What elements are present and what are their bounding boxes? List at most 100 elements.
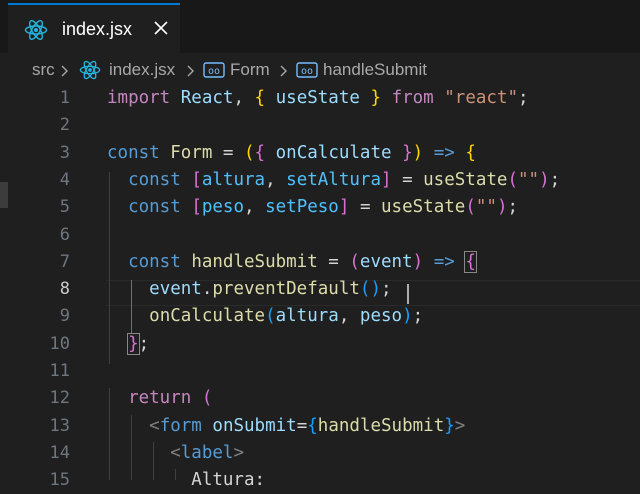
- code-token: }: [370, 88, 382, 108]
- code-line[interactable]: 15 Altura:: [0, 467, 640, 494]
- code-token: label: [180, 442, 234, 463]
- code-token: ]: [380, 169, 392, 190]
- code-text: const Form = ({ onCalculate }) => {: [107, 140, 476, 167]
- code-token: onCalculate: [149, 306, 266, 327]
- breadcrumb-component[interactable]: Form: [230, 60, 270, 80]
- code-token: peso: [359, 306, 403, 327]
- close-icon[interactable]: [150, 17, 172, 39]
- code-text: const [altura, setAltura] = useState("")…: [107, 167, 560, 194]
- code-token: (): [359, 279, 381, 300]
- code-line[interactable]: 14 <label>: [0, 440, 640, 467]
- code-line[interactable]: 13 <form onSubmit={handleSubmit}>: [0, 413, 640, 440]
- code-line[interactable]: 6: [0, 222, 640, 249]
- code-token: [: [191, 169, 202, 190]
- code-token: }: [127, 332, 140, 355]
- code-token: {: [464, 250, 477, 273]
- code-token: Altura:: [107, 470, 266, 491]
- code-line[interactable]: 3 const Form = ({ onCalculate }) => {: [0, 140, 640, 167]
- code-token: onSubmit: [212, 415, 297, 436]
- code-text: <label>: [107, 440, 244, 467]
- code-token: ,: [338, 306, 360, 327]
- code-line[interactable]: 10 };: [0, 331, 640, 358]
- tab-index-jsx[interactable]: index.jsx: [8, 3, 180, 53]
- code-token: handleSubmit: [191, 251, 318, 272]
- code-line[interactable]: 2: [0, 112, 640, 139]
- code-token: React: [180, 88, 234, 108]
- code-token: =: [296, 415, 308, 436]
- code-text: <form onSubmit={handleSubmit}>: [107, 413, 465, 440]
- code-line[interactable]: 7 const handleSubmit = (event) => {: [0, 249, 640, 276]
- code-line[interactable]: 5 const [peso, setPeso] = useState("");: [0, 194, 640, 221]
- code-token: "": [517, 169, 540, 190]
- line-number: 1: [59, 88, 70, 108]
- code-token: "": [475, 197, 497, 218]
- code-token: {: [254, 142, 266, 163]
- code-line[interactable]: 12 return (: [0, 385, 640, 412]
- code-token: ;: [380, 279, 392, 300]
- tab-label: index.jsx: [62, 19, 133, 39]
- breadcrumb-src[interactable]: src: [32, 60, 55, 80]
- code-token: event: [359, 251, 413, 272]
- code-token: setAltura: [286, 169, 381, 190]
- breadcrumb-symbol[interactable]: handleSubmit: [323, 60, 427, 80]
- code-token: }: [444, 415, 455, 436]
- code-token: ,: [265, 169, 287, 190]
- code-token: ;: [138, 333, 150, 354]
- code-token: return: [128, 388, 192, 409]
- code-text: const handleSubmit = (event) => {: [107, 249, 477, 276]
- code-token: event: [149, 279, 202, 300]
- chevron-right-icon: [187, 65, 194, 77]
- code-line[interactable]: 4 const [altura, setAltura] = useState("…: [0, 167, 640, 194]
- code-text: onCalculate(altura, peso);: [107, 303, 423, 330]
- code-line[interactable]: 9 onCalculate(altura, peso);: [0, 303, 640, 330]
- line-number: 13: [49, 415, 70, 436]
- tab-bar: index.jsx: [0, 0, 640, 53]
- variable-icon: oo: [203, 62, 225, 78]
- code-token: =>: [433, 142, 455, 163]
- code-token: [: [191, 197, 202, 218]
- code-text: import React, { useState } from "react";: [107, 85, 529, 112]
- line-number: 8: [59, 279, 70, 300]
- code-token: ): [496, 197, 508, 218]
- code-text: event.preventDefault();: [107, 276, 392, 303]
- code-token: ;: [549, 169, 561, 190]
- code-line[interactable]: 11: [0, 358, 640, 385]
- code-token: ): [412, 251, 424, 272]
- code-token: ,: [233, 88, 255, 108]
- code-token: useState: [381, 197, 466, 218]
- code-token: peso: [201, 197, 245, 218]
- variable-icon: oo: [296, 62, 318, 78]
- code-token: preventDefault: [212, 279, 360, 300]
- code-token: =: [349, 197, 382, 218]
- breadcrumb-file[interactable]: index.jsx: [109, 60, 175, 80]
- code-token: Form: [170, 142, 213, 163]
- code-editor[interactable]: 1 import React, { useState } from "react"…: [0, 84, 640, 490]
- code-token: {: [465, 142, 476, 163]
- code-token: const: [128, 251, 181, 272]
- line-number: 6: [59, 224, 70, 245]
- code-token: ): [402, 306, 413, 327]
- code-token: (: [265, 306, 276, 327]
- svg-text:oo: oo: [301, 66, 313, 77]
- code-line[interactable]: 8 event.preventDefault();: [0, 276, 640, 303]
- code-token: useState: [275, 88, 360, 108]
- code-line[interactable]: 1 import React, { useState } from "react"…: [0, 85, 640, 112]
- code-token: ;: [412, 306, 424, 327]
- code-token: =: [212, 142, 244, 163]
- code-token: <: [149, 415, 160, 436]
- code-token: .: [201, 279, 213, 300]
- code-token: const: [128, 169, 181, 190]
- line-number: 12: [49, 388, 70, 409]
